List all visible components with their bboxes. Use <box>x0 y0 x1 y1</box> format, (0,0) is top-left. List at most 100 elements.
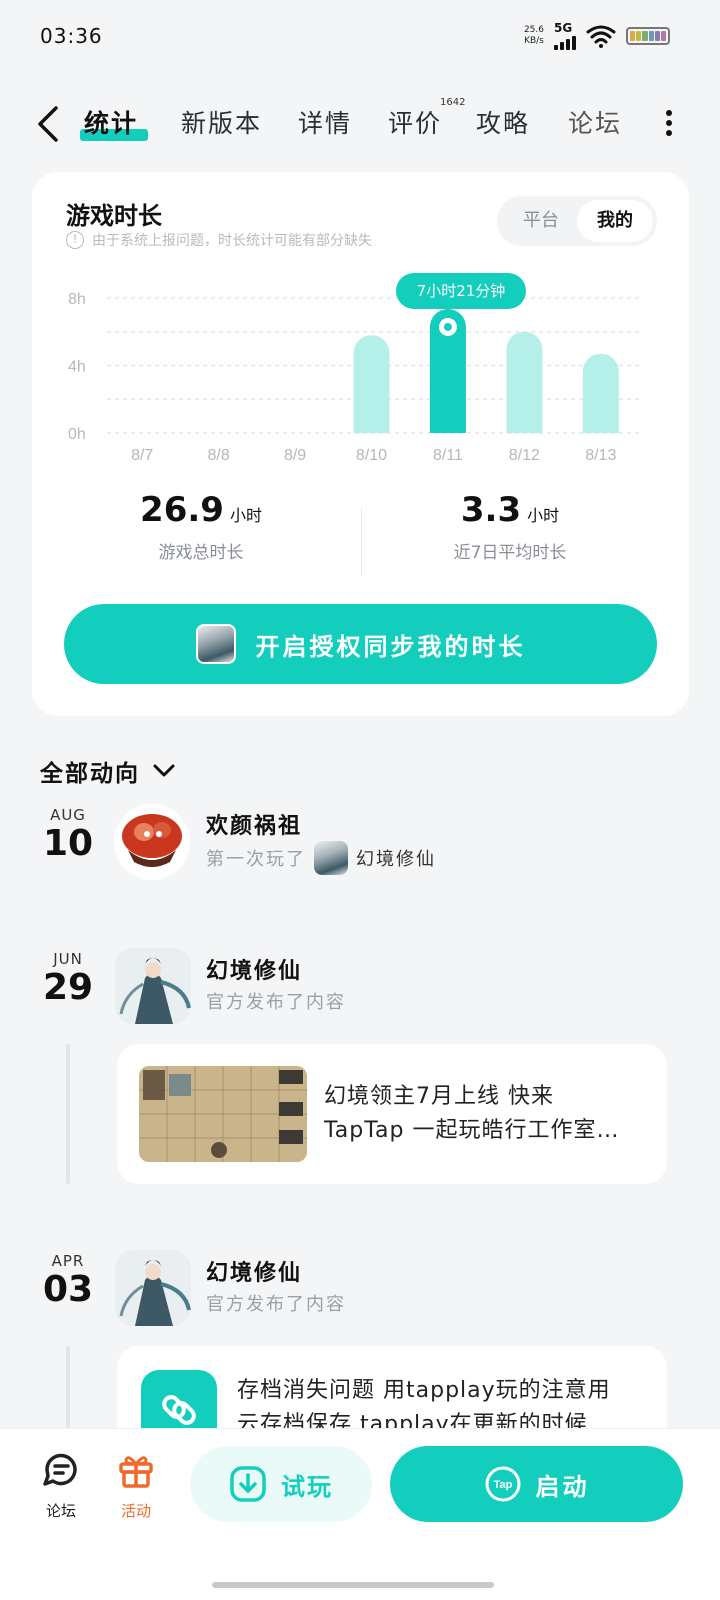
signal-icon <box>554 34 576 50</box>
home-indicator <box>212 1582 494 1588</box>
game-mini-avatar <box>314 841 348 875</box>
activity-day: 03 <box>42 1269 94 1310</box>
activity-game-name[interactable]: 幻境修仙 <box>356 845 436 871</box>
activity-filter-label: 全部动向 <box>40 761 140 787</box>
post-text-line: 存档消失问题 用tapplay玩的注意用 <box>237 1378 611 1403</box>
activity-description: 官方发布了内容 <box>206 1294 346 1315</box>
launch-label: 启动 <box>535 1472 590 1501</box>
activity-game-name[interactable]: 幻境修仙 <box>206 953 302 985</box>
tab-stats[interactable]: 统计 <box>84 104 138 140</box>
activity-day: 10 <box>42 823 94 864</box>
post-card[interactable]: 幻境领主7月上线 快来 TapTap 一起玩皓行工作室… <box>117 1044 667 1184</box>
playtime-note-text: 由于系统上报问题，时长统计可能有部分缺失 <box>92 233 372 249</box>
activity-game-name[interactable]: 幻境修仙 <box>206 1255 302 1287</box>
game-avatar[interactable] <box>115 948 191 1024</box>
info-icon: ! <box>66 231 84 249</box>
avg-playtime-stat: 3.3 小时 近7日平均时长 <box>405 490 615 563</box>
activity-description: 官方发布了内容 <box>206 992 346 1013</box>
avg-playtime-unit: 小时 <box>527 506 560 525</box>
playtime-title: 游戏时长 <box>66 202 162 230</box>
post-text: 幻境领主7月上线 快来 TapTap 一起玩皓行工作室… <box>324 1080 654 1148</box>
activity-date: JUN 29 <box>33 950 103 1008</box>
tab-reviews[interactable]: 评价 <box>388 104 442 140</box>
chart-ytick-label: 0h <box>68 426 86 443</box>
playtime-chart: 8h 4h 0h 8/7 8/8 8/9 8/10 8/11 8/12 8/13 <box>68 291 642 464</box>
chart-bar <box>353 335 390 433</box>
chart-xtick-label: 8/11 <box>433 447 463 464</box>
timeline-line <box>66 1346 70 1428</box>
chart-xtick-label: 8/8 <box>208 447 230 464</box>
network-speed-value: 25.6 <box>523 25 544 35</box>
sync-playtime-label: 开启授权同步我的时长 <box>255 632 526 661</box>
playtime-note: ! 由于系统上报问题，时长统计可能有部分缺失 <box>66 230 372 250</box>
network-speed: 25.6 KB/s <box>524 25 544 47</box>
chart-bar <box>582 353 619 433</box>
status-time: 03:36 <box>40 24 103 48</box>
tab-guides[interactable]: 攻略 <box>476 104 530 140</box>
link-icon <box>141 1370 217 1428</box>
more-vertical-icon[interactable] <box>665 110 673 138</box>
chart-xtick-label: 8/7 <box>131 447 153 464</box>
tab-forum[interactable]: 论坛 <box>568 104 622 140</box>
post-text: 存档消失问题 用tapplay玩的注意用 云存档保存 tapplay在更新的时候 <box>237 1374 657 1428</box>
chart-bar <box>506 331 543 433</box>
chart-xtick-label: 8/13 <box>585 447 616 464</box>
forum-label: 论坛 <box>45 1502 76 1520</box>
chart-tooltip: 7小时21分钟 <box>396 273 526 309</box>
post-text-line: TapTap 一起玩皓行工作室… <box>324 1118 620 1143</box>
post-text-line: 云存档保存 tapplay在更新的时候 <box>237 1412 588 1428</box>
chevron-down-icon <box>153 764 175 777</box>
avg-playtime-value: 3.3 <box>460 490 522 530</box>
chart-xtick-label: 8/12 <box>509 447 540 464</box>
network-type: 5G <box>554 21 573 35</box>
activity-description: 第一次玩了 幻境修仙 <box>206 841 436 875</box>
activity-filter-dropdown[interactable]: 全部动向 <box>40 754 176 788</box>
reviews-count-badge: 1642 <box>440 97 466 108</box>
chart-highlight-marker-dot <box>443 322 452 331</box>
battery-icon <box>626 27 670 45</box>
toggle-mine[interactable]: 我的 <box>577 200 653 242</box>
chart-ytick-label: 4h <box>68 359 86 376</box>
user-avatar[interactable] <box>114 804 190 880</box>
activity-month: AUG <box>50 806 86 824</box>
chart-xtick-label: 8/10 <box>356 447 387 464</box>
sync-playtime-button[interactable]: 开启授权同步我的时长 <box>64 604 657 684</box>
total-playtime-unit: 小时 <box>229 506 262 525</box>
timeline-line <box>66 1044 70 1184</box>
activity-month: APR <box>51 1252 85 1270</box>
taptap-logo-text: Tap <box>493 1479 512 1491</box>
trial-play-button[interactable]: 试玩 <box>190 1446 372 1522</box>
back-arrow-icon[interactable] <box>34 104 64 144</box>
game-avatar[interactable] <box>115 1250 191 1326</box>
status-icons: 25.6 KB/s 5G <box>524 22 670 50</box>
forum-button[interactable]: 论坛 <box>31 1450 91 1521</box>
tab-details[interactable]: 详情 <box>298 104 352 140</box>
post-thumbnail <box>139 1066 307 1162</box>
tab-new-version[interactable]: 新版本 <box>181 104 262 140</box>
chart-ytick-label: 8h <box>68 291 86 308</box>
stats-divider <box>361 508 362 576</box>
events-label: 活动 <box>120 1502 151 1520</box>
chart-xtick-label: 8/9 <box>284 447 306 464</box>
total-playtime-value: 26.9 <box>140 490 224 530</box>
activity-desc-prefix: 第一次玩了 <box>206 849 306 870</box>
post-text-line: 幻境领主7月上线 快来 <box>324 1084 554 1109</box>
activity-date: AUG 10 <box>33 806 103 864</box>
activity-day: 29 <box>42 967 94 1008</box>
toggle-platform[interactable]: 平台 <box>505 200 577 242</box>
avg-playtime-label: 近7日平均时长 <box>453 543 567 563</box>
trial-play-label: 试玩 <box>281 1472 333 1501</box>
launch-button[interactable]: Tap 启动 <box>390 1446 683 1522</box>
wifi-icon <box>586 25 616 48</box>
total-playtime-label: 游戏总时长 <box>158 543 244 563</box>
total-playtime-stat: 26.9 小时 游戏总时长 <box>96 490 306 563</box>
activity-user-name[interactable]: 欢颜祸祖 <box>206 808 302 840</box>
activity-month: JUN <box>53 950 83 968</box>
gift-icon <box>119 1456 153 1488</box>
activity-date: APR 03 <box>33 1252 103 1310</box>
events-button[interactable]: 活动 <box>106 1450 166 1521</box>
download-icon <box>230 1466 266 1502</box>
network-speed-unit: KB/s <box>524 36 544 46</box>
post-card[interactable]: 存档消失问题 用tapplay玩的注意用 云存档保存 tapplay在更新的时候 <box>117 1346 667 1428</box>
forum-icon <box>43 1453 77 1486</box>
